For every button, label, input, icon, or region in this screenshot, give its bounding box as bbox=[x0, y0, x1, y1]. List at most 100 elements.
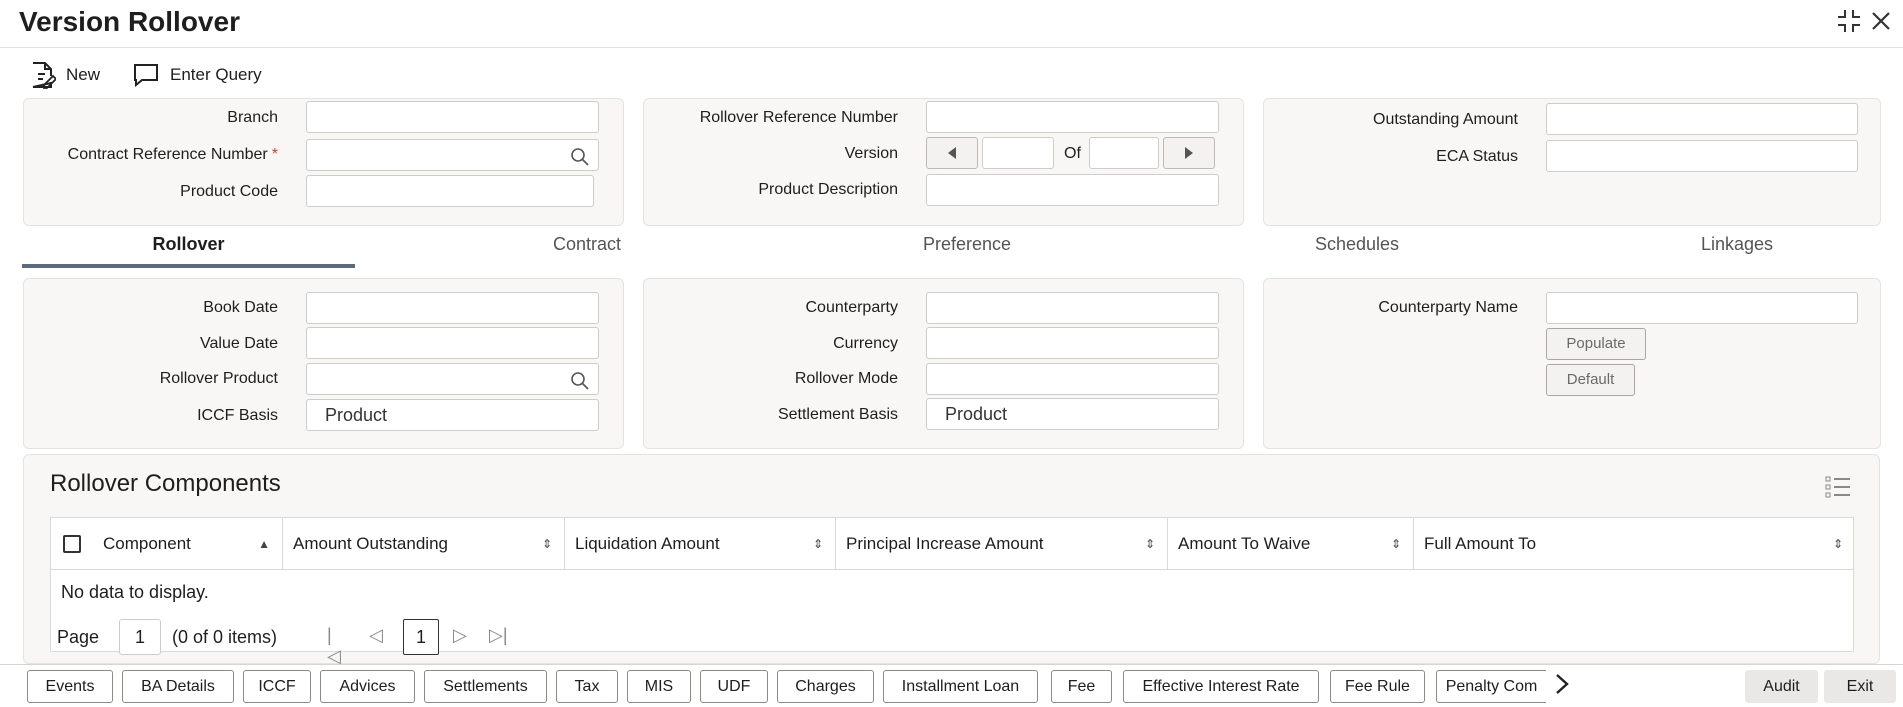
charges-button[interactable]: Charges bbox=[777, 670, 874, 703]
udf-button[interactable]: UDF bbox=[700, 670, 768, 703]
sort-icon: ⇕ bbox=[1832, 537, 1843, 551]
populate-button[interactable]: Populate bbox=[1546, 328, 1646, 360]
audit-button[interactable]: Audit bbox=[1745, 670, 1818, 703]
new-document-icon bbox=[32, 62, 56, 89]
events-button[interactable]: Events bbox=[27, 670, 113, 703]
product-code-field[interactable] bbox=[306, 175, 594, 207]
contract-ref-field[interactable] bbox=[306, 139, 599, 171]
select-all-checkbox[interactable] bbox=[63, 535, 81, 553]
search-icon[interactable] bbox=[570, 146, 590, 176]
settlements-button[interactable]: Settlements bbox=[424, 670, 547, 703]
penalty-button[interactable]: Penalty Com bbox=[1436, 670, 1546, 703]
col-amount-to-waive[interactable]: Amount To Waive ⇕ bbox=[1168, 518, 1414, 570]
tab-linkages[interactable]: Linkages bbox=[1612, 228, 1862, 268]
counterparty-field[interactable] bbox=[926, 292, 1219, 324]
version-prev-button[interactable] bbox=[926, 137, 978, 169]
eca-status-field[interactable] bbox=[1546, 140, 1858, 172]
fee-rule-button[interactable]: Fee Rule bbox=[1330, 670, 1425, 703]
col-principal-increase[interactable]: Principal Increase Amount ⇕ bbox=[836, 518, 1168, 570]
header-panel-left: Branch Contract Reference Number * Produc… bbox=[23, 98, 624, 226]
col-liquidation-amount[interactable]: Liquidation Amount ⇕ bbox=[565, 518, 836, 570]
list-view-icon[interactable] bbox=[1825, 475, 1851, 504]
outstanding-field[interactable] bbox=[1546, 103, 1858, 135]
contract-ref-label: Contract Reference Number * bbox=[67, 146, 278, 163]
book-date-field[interactable] bbox=[306, 292, 599, 324]
chevron-right-icon[interactable] bbox=[1554, 673, 1570, 701]
last-page-icon[interactable]: ▷| bbox=[489, 625, 508, 646]
counterparty-name-field[interactable] bbox=[1546, 292, 1858, 324]
prev-page-icon[interactable]: ◁ bbox=[369, 625, 383, 646]
version-current-field[interactable] bbox=[982, 137, 1054, 169]
tab-preference[interactable]: Preference bbox=[842, 228, 1092, 268]
fee-button[interactable]: Fee bbox=[1051, 670, 1112, 703]
of-label: Of bbox=[1064, 145, 1081, 162]
ba-details-button[interactable]: BA Details bbox=[122, 670, 234, 703]
settlement-basis-label: Settlement Basis bbox=[777, 406, 898, 423]
sort-icon: ▲ bbox=[258, 537, 270, 551]
items-count: (0 of 0 items) bbox=[172, 627, 278, 647]
col-component[interactable]: Component ▲ bbox=[51, 518, 283, 570]
rollover-product-field[interactable] bbox=[306, 363, 599, 395]
rollover-ref-field[interactable] bbox=[926, 101, 1219, 133]
toolbar: New Enter Query bbox=[0, 58, 1903, 92]
rollover-components-panel: Rollover Components Component ▲ Amount O… bbox=[23, 454, 1880, 666]
iccf-basis-field[interactable]: Product bbox=[306, 399, 599, 431]
tab-contract[interactable]: Contract bbox=[462, 228, 712, 268]
collapse-icon[interactable] bbox=[1836, 8, 1862, 34]
col-full-amount[interactable]: Full Amount To ⇕ bbox=[1414, 518, 1855, 570]
mis-button[interactable]: MIS bbox=[627, 670, 691, 703]
tab-schedules[interactable]: Schedules bbox=[1232, 228, 1482, 268]
rollover-product-label: Rollover Product bbox=[159, 370, 278, 387]
product-desc-label: Product Description bbox=[758, 181, 898, 198]
rollover-ref-label: Rollover Reference Number bbox=[699, 109, 898, 126]
page-input[interactable]: 1 bbox=[119, 619, 161, 655]
iccf-basis-label: ICCF Basis bbox=[197, 407, 278, 424]
query-bubble-icon bbox=[134, 64, 158, 88]
title-bar: Version Rollover bbox=[0, 0, 1903, 48]
version-total-field[interactable] bbox=[1089, 137, 1159, 169]
branch-field[interactable] bbox=[306, 101, 599, 133]
product-desc-field[interactable] bbox=[926, 174, 1219, 206]
rollover-mode-field[interactable] bbox=[926, 363, 1219, 395]
first-page-icon[interactable]: |◁ bbox=[327, 625, 341, 667]
rollover-panel-left: Book Date Value Date Rollover Product IC… bbox=[23, 278, 624, 449]
rollover-panel-right: Counterparty Name Populate Default bbox=[1263, 278, 1881, 449]
current-page-button[interactable]: 1 bbox=[403, 619, 439, 655]
eca-status-label: ECA Status bbox=[1436, 148, 1518, 165]
outstanding-label: Outstanding Amount bbox=[1373, 111, 1518, 128]
currency-field[interactable] bbox=[926, 327, 1219, 359]
rollover-mode-label: Rollover Mode bbox=[794, 370, 898, 387]
new-button[interactable]: New bbox=[30, 58, 100, 92]
search-icon[interactable] bbox=[570, 370, 590, 400]
counterparty-name-label: Counterparty Name bbox=[1378, 299, 1518, 316]
sort-icon: ⇕ bbox=[1390, 537, 1401, 551]
sort-icon: ⇕ bbox=[812, 537, 823, 551]
components-table: Component ▲ Amount Outstanding ⇕ Liquidat… bbox=[50, 517, 1854, 666]
close-icon[interactable] bbox=[1868, 8, 1894, 34]
col-amount-outstanding[interactable]: Amount Outstanding ⇕ bbox=[283, 518, 565, 570]
required-mark: * bbox=[271, 146, 278, 163]
product-code-label: Product Code bbox=[180, 183, 278, 200]
version-label: Version bbox=[844, 145, 898, 162]
value-date-field[interactable] bbox=[306, 327, 599, 359]
enter-query-label: Enter Query bbox=[170, 65, 262, 84]
next-page-icon[interactable]: ▷ bbox=[453, 625, 467, 646]
page-title: Version Rollover bbox=[19, 6, 240, 37]
exit-button[interactable]: Exit bbox=[1824, 670, 1896, 703]
table-header: Component ▲ Amount Outstanding ⇕ Liquidat… bbox=[51, 518, 1853, 570]
advices-button[interactable]: Advices bbox=[320, 670, 415, 703]
tax-button[interactable]: Tax bbox=[556, 670, 618, 703]
installment-loan-button[interactable]: Installment Loan bbox=[883, 670, 1038, 703]
counterparty-label: Counterparty bbox=[805, 299, 899, 316]
rollover-panel-middle: Counterparty Currency Rollover Mode Sett… bbox=[643, 278, 1244, 449]
sort-icon: ⇕ bbox=[1144, 537, 1155, 551]
default-button[interactable]: Default bbox=[1546, 364, 1635, 396]
version-next-button[interactable] bbox=[1163, 137, 1215, 169]
settlement-basis-field[interactable]: Product bbox=[926, 398, 1219, 430]
value-date-label: Value Date bbox=[200, 335, 278, 352]
effective-interest-rate-button[interactable]: Effective Interest Rate bbox=[1123, 670, 1319, 703]
iccf-button[interactable]: ICCF bbox=[243, 670, 311, 703]
enter-query-button[interactable]: Enter Query bbox=[132, 58, 262, 92]
section-title: Rollover Components bbox=[50, 470, 281, 497]
tab-rollover[interactable]: Rollover bbox=[22, 228, 355, 268]
